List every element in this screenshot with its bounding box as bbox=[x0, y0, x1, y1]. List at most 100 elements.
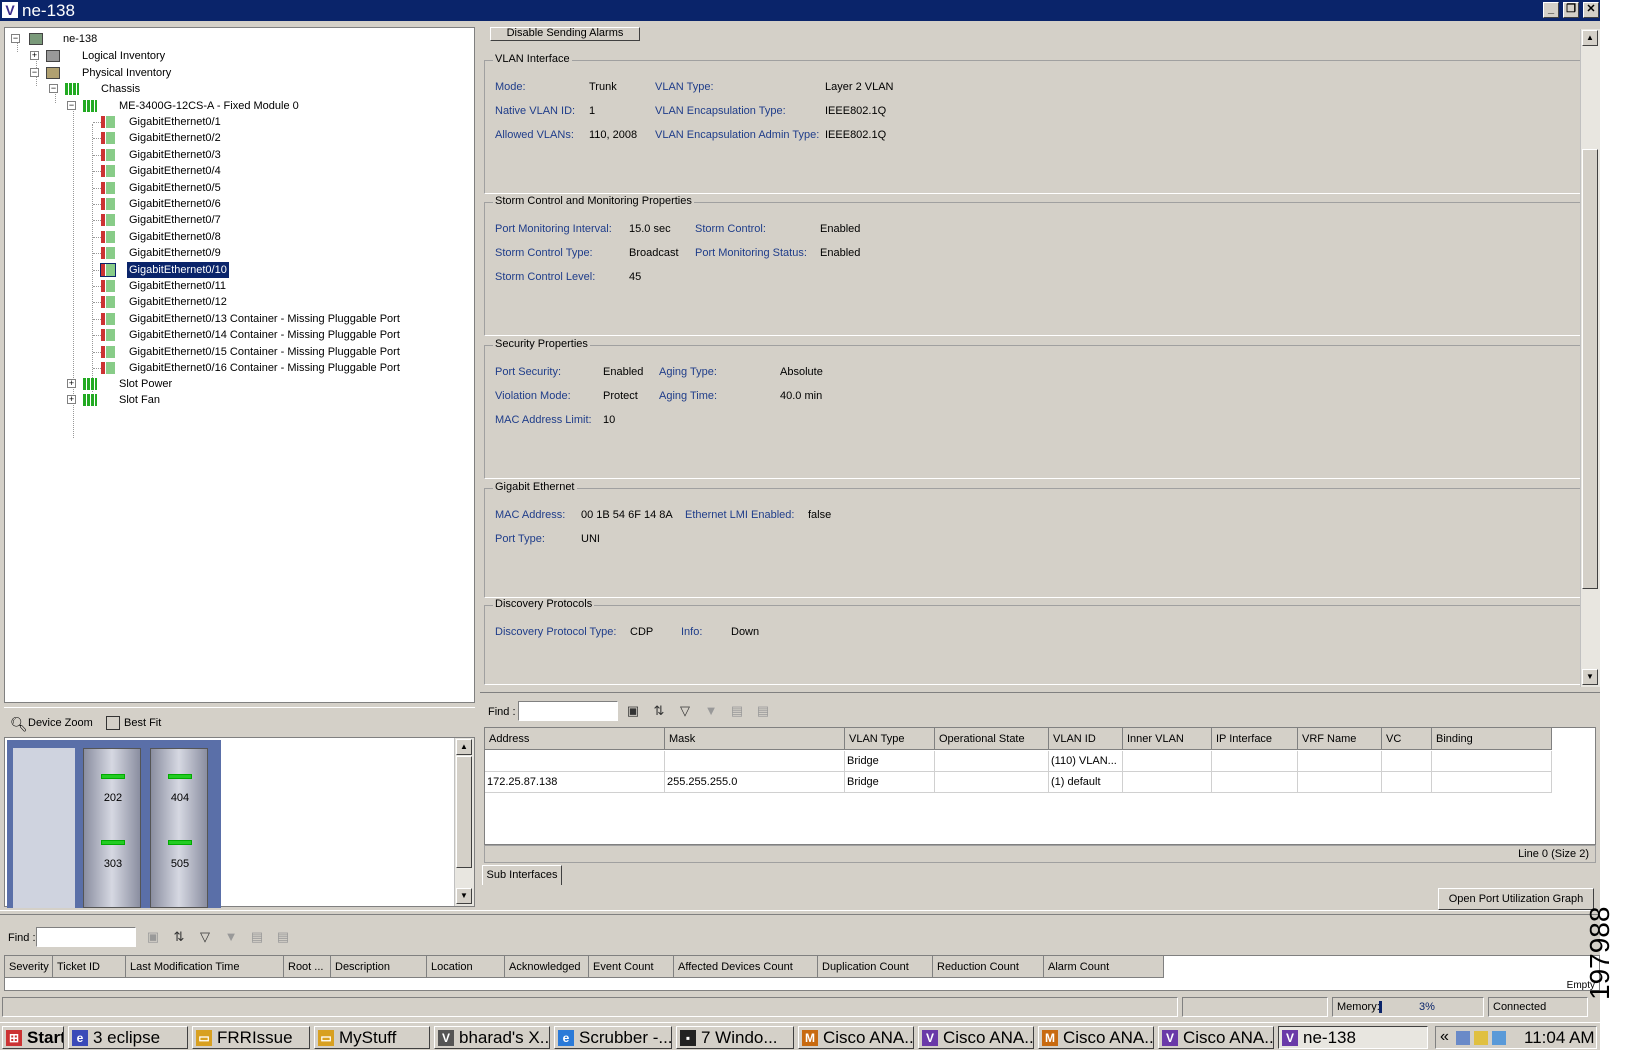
status-bar: Memory: 3% Connected bbox=[0, 995, 1600, 1020]
taskbar-item[interactable]: M Cisco ANA... bbox=[798, 1026, 914, 1049]
export-icon[interactable]: ▤ bbox=[728, 702, 746, 720]
open-port-utilization-graph-button[interactable]: Open Port Utilization Graph bbox=[1438, 888, 1594, 910]
column-header[interactable]: Last Modification Time bbox=[126, 956, 284, 978]
column-header[interactable]: Mask bbox=[665, 728, 845, 750]
column-header[interactable]: Root ... bbox=[284, 956, 331, 978]
start-button[interactable]: ⊞ Start bbox=[2, 1026, 64, 1049]
table-cell[interactable]: 172.25.87.138 bbox=[485, 772, 665, 793]
slot-rack[interactable] bbox=[83, 748, 141, 908]
column-header[interactable]: Ticket ID bbox=[53, 956, 126, 978]
sub-find-input[interactable] bbox=[518, 701, 618, 721]
taskbar-item[interactable]: Vbharad's X... bbox=[434, 1026, 550, 1049]
table-cell[interactable] bbox=[1212, 751, 1298, 772]
taskbar-item[interactable]: ▭ FRRIssue bbox=[192, 1026, 310, 1049]
table-cell[interactable] bbox=[1432, 751, 1552, 772]
column-header[interactable]: VLAN ID bbox=[1049, 728, 1123, 750]
filter-icon[interactable]: ▽ bbox=[196, 928, 214, 946]
export-icon[interactable]: ▤ bbox=[248, 928, 266, 946]
table-cell[interactable] bbox=[1212, 772, 1298, 793]
device-view[interactable]: 202 404 303 505 ▲ ▼ bbox=[4, 737, 475, 908]
taskbar-item[interactable]: e Scrubber -... bbox=[554, 1026, 672, 1049]
slot-rack[interactable] bbox=[150, 748, 208, 908]
tray-icon[interactable] bbox=[1456, 1031, 1470, 1045]
column-header[interactable]: VLAN Type bbox=[845, 728, 935, 750]
scroll-up-icon[interactable]: ▲ bbox=[456, 739, 472, 755]
sort-icon[interactable]: ⇅ bbox=[650, 702, 668, 720]
table-status-bar: Line 0 (Size 2) bbox=[484, 845, 1596, 863]
column-header[interactable]: Binding bbox=[1432, 728, 1552, 750]
port-icon bbox=[101, 345, 115, 358]
tray-expand-icon[interactable]: « bbox=[1440, 1028, 1449, 1046]
column-header[interactable]: Address bbox=[485, 728, 665, 750]
column-header[interactable]: VC bbox=[1382, 728, 1432, 750]
table-cell[interactable] bbox=[935, 772, 1049, 793]
tab-sub-interfaces[interactable]: Sub Interfaces bbox=[482, 865, 562, 885]
warning-icon[interactable] bbox=[1474, 1031, 1488, 1045]
table-cell[interactable] bbox=[1298, 751, 1382, 772]
table-cell[interactable] bbox=[1123, 772, 1212, 793]
clear-filter-icon[interactable]: ▤ bbox=[754, 702, 772, 720]
column-header[interactable]: VRF Name bbox=[1298, 728, 1382, 750]
column-header[interactable]: Affected Devices Count bbox=[674, 956, 818, 978]
taskbar-item[interactable]: e3 eclipse bbox=[68, 1026, 188, 1049]
table-cell[interactable] bbox=[1382, 751, 1432, 772]
filter-icon[interactable]: ▽ bbox=[676, 702, 694, 720]
minimize-button[interactable]: _ bbox=[1543, 2, 1559, 18]
sort-icon[interactable]: ⇅ bbox=[170, 928, 188, 946]
save-icon[interactable]: ▣ bbox=[624, 702, 642, 720]
column-header[interactable]: Operational State bbox=[935, 728, 1049, 750]
clear-filter-icon[interactable]: ▤ bbox=[274, 928, 292, 946]
scroll-down-icon[interactable]: ▼ bbox=[1582, 669, 1598, 685]
device-zoom-button[interactable]: 🔍︎ Device Zoom bbox=[10, 714, 93, 732]
advanced-filter-icon[interactable]: ▼ bbox=[222, 928, 240, 946]
table-cell[interactable]: (1) default bbox=[1049, 772, 1123, 793]
table-cell[interactable] bbox=[935, 751, 1049, 772]
column-header[interactable]: Inner VLAN bbox=[1123, 728, 1212, 750]
table-cell[interactable]: 255.255.255.0 bbox=[665, 772, 845, 793]
scroll-up-icon[interactable]: ▲ bbox=[1582, 30, 1598, 46]
table-cell[interactable] bbox=[1432, 772, 1552, 793]
column-header[interactable]: Event Count bbox=[589, 956, 674, 978]
column-header[interactable]: Alarm Count bbox=[1044, 956, 1164, 978]
taskbar-item[interactable]: Vne-138 bbox=[1278, 1026, 1428, 1049]
column-header[interactable]: Acknowledged bbox=[505, 956, 589, 978]
table-cell[interactable] bbox=[1298, 772, 1382, 793]
column-header[interactable]: Description bbox=[331, 956, 427, 978]
alarm-find-input[interactable] bbox=[36, 927, 136, 947]
table-cell[interactable]: Bridge bbox=[845, 751, 935, 772]
advanced-filter-icon[interactable]: ▼ bbox=[702, 702, 720, 720]
table-cell[interactable] bbox=[1123, 751, 1212, 772]
inventory-tree[interactable]: − ne-138 + Logical Inventory − Physical … bbox=[4, 27, 475, 703]
table-cell[interactable] bbox=[665, 751, 845, 772]
taskbar-item[interactable]: ▭ MyStuff bbox=[314, 1026, 430, 1049]
port-panel bbox=[13, 748, 75, 908]
table-cell[interactable]: Bridge bbox=[845, 772, 935, 793]
table-cell[interactable]: (110) VLAN... bbox=[1049, 751, 1123, 772]
port-icon bbox=[101, 198, 115, 210]
column-header[interactable]: Location bbox=[427, 956, 505, 978]
column-header[interactable]: Severity bbox=[5, 956, 53, 978]
port-icon bbox=[101, 329, 115, 342]
network-icon[interactable] bbox=[1492, 1031, 1506, 1045]
app-icon: M bbox=[802, 1030, 818, 1046]
table-cell[interactable] bbox=[485, 751, 665, 772]
taskbar-item[interactable]: M Cisco ANA... bbox=[1038, 1026, 1154, 1049]
taskbar-item[interactable]: ▪ 7 Windo... bbox=[676, 1026, 794, 1049]
column-header[interactable]: Reduction Count bbox=[933, 956, 1044, 978]
splitter[interactable] bbox=[0, 910, 1600, 915]
device-view-scrollbar[interactable]: ▲ ▼ bbox=[454, 738, 474, 906]
sub-interfaces-table[interactable]: Address Mask VLAN Type Operational State VLA… bbox=[484, 727, 1596, 845]
scroll-down-icon[interactable]: ▼ bbox=[456, 888, 472, 904]
close-button[interactable]: ✕ bbox=[1583, 2, 1599, 18]
restore-button[interactable]: ❐ bbox=[1563, 2, 1579, 18]
disable-alarms-button[interactable]: Disable Sending Alarms bbox=[490, 27, 640, 41]
save-icon[interactable]: ▣ bbox=[144, 928, 162, 946]
column-header[interactable]: Duplication Count bbox=[818, 956, 933, 978]
taskbar-item[interactable]: V Cisco ANA... bbox=[918, 1026, 1034, 1049]
taskbar-item[interactable]: V Cisco ANA... bbox=[1158, 1026, 1274, 1049]
table-cell[interactable] bbox=[1382, 772, 1432, 793]
best-fit-button[interactable]: Best Fit bbox=[106, 714, 161, 732]
details-scrollbar[interactable]: ▲ ▼ bbox=[1580, 29, 1600, 687]
alarm-table[interactable]: Severity Ticket ID Last Modification Time R… bbox=[4, 955, 1600, 991]
column-header[interactable]: IP Interface bbox=[1212, 728, 1298, 750]
